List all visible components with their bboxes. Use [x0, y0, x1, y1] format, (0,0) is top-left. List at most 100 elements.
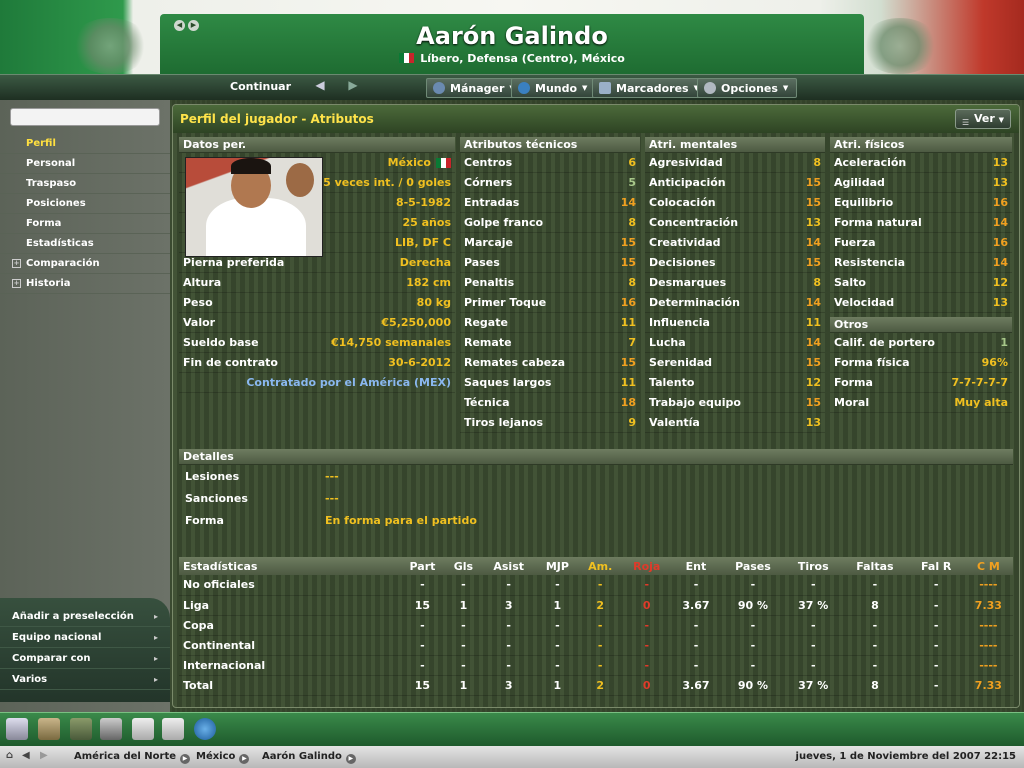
sidebar: Perfil Personal Traspaso Posiciones Form… [0, 100, 170, 712]
technical-attr-row: Pases 15 [460, 253, 640, 273]
breadcrumb-go-icon[interactable]: ▶ [180, 754, 191, 764]
stats-col-header[interactable]: Estadísticas [179, 557, 399, 575]
compare-with-action[interactable]: Comparar con [0, 648, 170, 669]
detail-label: Sanciones [185, 491, 248, 505]
globe-icon [518, 82, 530, 94]
team-icon[interactable] [70, 718, 92, 740]
attr-label: Anticipación [649, 176, 726, 189]
search-input[interactable] [10, 108, 160, 126]
table-cell: ---- [963, 615, 1013, 636]
stats-col-header[interactable]: Part [399, 557, 446, 575]
notebook-icon[interactable] [38, 718, 60, 740]
attr-label: Centros [464, 156, 513, 169]
table-cell: 2 [578, 675, 623, 696]
stats-col-header[interactable]: Gls [445, 557, 481, 575]
stats-col-header[interactable]: MJP [536, 557, 579, 575]
pen-icon [599, 82, 611, 94]
others-attr-row: Forma 7-7-7-7-7 [830, 373, 1012, 393]
sidebar-item-historia[interactable]: + Historia [0, 274, 170, 294]
stats-col-header[interactable]: Am. [578, 557, 623, 575]
status-bar: ⌂ ◀ ▶ América del Norte ▶ México ▶ Aarón G… [0, 746, 1024, 768]
sidebar-item-perfil[interactable]: Perfil [0, 134, 170, 154]
stats-col-header[interactable]: C M [963, 557, 1013, 575]
manager-menu-label: Mánager [450, 81, 505, 95]
sidebar-item-personal[interactable]: Personal [0, 154, 170, 174]
stats-col-header[interactable]: Faltas [841, 557, 909, 575]
table-cell: Internacional [179, 655, 399, 676]
stats-col-header[interactable]: Asist [480, 557, 537, 575]
mental-attr-row: Decisiones 15 [645, 253, 825, 273]
photo-hair [231, 158, 271, 174]
table-cell: 7.33 [963, 595, 1013, 616]
stats-col-header[interactable]: Roja [622, 557, 672, 575]
sidebar-item-comparacion[interactable]: + Comparación [0, 254, 170, 274]
stats-col-header[interactable]: Pases [720, 557, 786, 575]
breadcrumb-player[interactable]: Aarón Galindo ▶ [262, 751, 356, 764]
row-value: 80 kg [416, 296, 451, 309]
clipboard-icon[interactable] [132, 718, 154, 740]
manager-menu[interactable]: Mánager▼ [426, 78, 524, 98]
forward-icon[interactable]: ▶ [40, 750, 48, 761]
table-cell: - [785, 615, 842, 636]
view-button[interactable]: ☰ Ver ▼ [955, 109, 1011, 129]
home-icon[interactable] [6, 718, 28, 740]
game-datetime: jueves, 1 de Noviembre del 2007 22:15 [795, 751, 1016, 762]
technical-attr-row: Tiros lejanos 9 [460, 413, 640, 433]
scores-menu[interactable]: Marcadores▼ [592, 78, 708, 98]
back-arrow-icon[interactable]: ◀ [312, 78, 328, 94]
expand-icon[interactable]: + [12, 279, 21, 288]
attr-label: Decisiones [649, 256, 716, 269]
forward-arrow-icon[interactable]: ▶ [345, 78, 361, 94]
stats-col-header[interactable]: Tiros [785, 557, 842, 575]
stack-icon[interactable] [100, 718, 122, 740]
options-menu[interactable]: Opciones ▼ [697, 78, 798, 98]
table-cell: 37 % [785, 675, 842, 696]
table-cell: - [445, 575, 481, 596]
technical-attr-row: Saques largos 11 [460, 373, 640, 393]
row-value: €5,250,000 [381, 316, 451, 329]
stats-body: No oficiales - - - - - - - - - - - ---- Liga 15 1 3 1 2 0 3.… [179, 575, 1013, 696]
mental-attr-row: Valentía 13 [645, 413, 825, 433]
continue-button[interactable]: Continuar [230, 80, 291, 93]
value-row: Valor €5,250,000 [179, 313, 455, 333]
nation-value[interactable]: México [388, 156, 431, 169]
table-cell: - [480, 575, 537, 596]
stats-col-header[interactable]: Fal R [908, 557, 964, 575]
attr-value: 11 [620, 376, 636, 389]
clipboard-check-icon[interactable] [162, 718, 184, 740]
globe-icon[interactable] [194, 718, 216, 740]
breadcrumb-go-icon[interactable]: ▶ [345, 754, 356, 764]
attr-label: Moral [834, 396, 870, 409]
chevron-down-icon: ▼ [582, 84, 588, 92]
attr-label: Talento [649, 376, 695, 389]
list-icon: ☰ [962, 118, 970, 127]
table-cell: - [908, 575, 964, 596]
table-cell: No oficiales [179, 575, 399, 596]
table-cell: - [671, 615, 721, 636]
table-cell: - [671, 655, 721, 676]
misc-action[interactable]: Varios [0, 669, 170, 690]
national-team-action[interactable]: Equipo nacional [0, 627, 170, 648]
add-to-shortlist-action[interactable]: Añadir a preselección [0, 606, 170, 627]
home-small-icon[interactable]: ⌂ [6, 750, 13, 761]
back-icon[interactable]: ◀ [22, 750, 30, 761]
height-row: Altura 182 cm [179, 273, 455, 293]
sidebar-item-traspaso[interactable]: Traspaso [0, 174, 170, 194]
world-menu[interactable]: Mundo ▼ [511, 78, 597, 98]
detail-value: --- [325, 469, 339, 483]
table-row: No oficiales - - - - - - - - - - - ---- [179, 575, 1013, 596]
stats-col-header[interactable]: Ent [671, 557, 721, 575]
main-panel: Perfil del jugador - Atributos ☰ Ver ▼ Da… [172, 104, 1020, 708]
sidebar-item-forma[interactable]: Forma [0, 214, 170, 234]
contract-note-link[interactable]: Contratado por el América (MEX) [246, 376, 451, 389]
sidebar-item-estadisticas[interactable]: Estadísticas [0, 234, 170, 254]
breadcrumb-region[interactable]: América del Norte ▶ [74, 751, 191, 764]
table-cell: - [622, 635, 672, 656]
sidebar-item-posiciones[interactable]: Posiciones [0, 194, 170, 214]
table-cell: 8 [841, 675, 909, 696]
expand-icon[interactable]: + [12, 259, 21, 268]
breadcrumb-go-icon[interactable]: ▶ [239, 754, 250, 764]
breadcrumb-nation[interactable]: México ▶ [196, 751, 250, 764]
attr-label: Remate [464, 336, 512, 349]
attr-value: 6 [628, 156, 636, 169]
